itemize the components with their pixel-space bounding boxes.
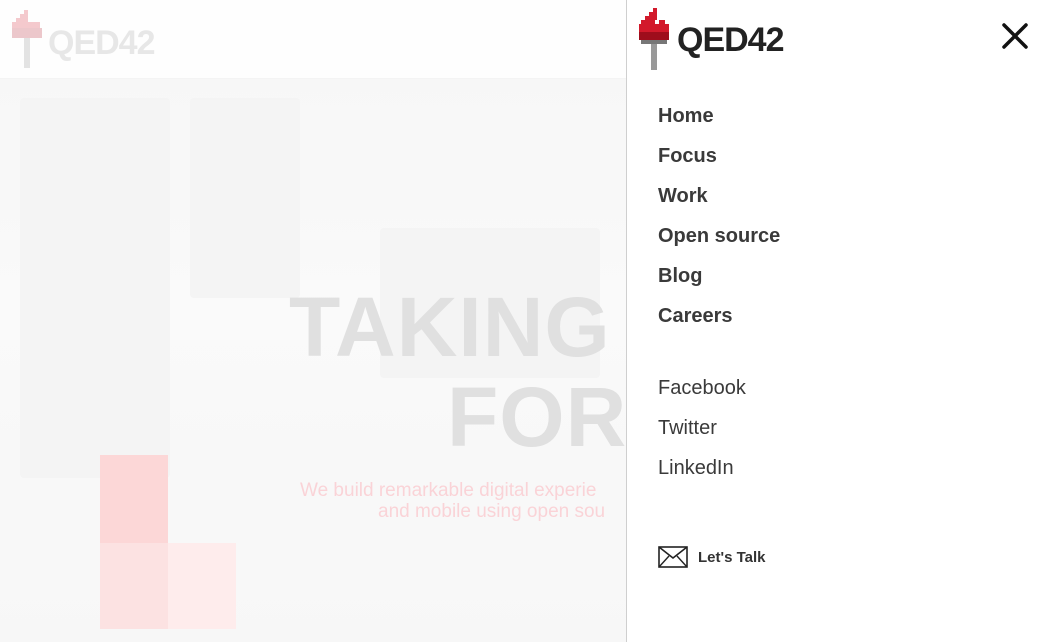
social-link-linkedin[interactable]: LinkedIn: [658, 452, 746, 492]
envelope-icon: [658, 546, 688, 568]
main-navigation: Home Focus Work Open source Blog Careers: [658, 100, 780, 340]
logo-torch-icon: [639, 8, 669, 70]
social-link-facebook[interactable]: Facebook: [658, 372, 746, 412]
nav-item-open-source[interactable]: Open source: [658, 220, 780, 260]
lets-talk-link[interactable]: Let's Talk: [658, 545, 765, 569]
menu-panel: QED42 Home Focus Work Open source Blog C…: [626, 0, 1050, 642]
nav-item-focus[interactable]: Focus: [658, 140, 780, 180]
lets-talk-label: Let's Talk: [698, 548, 766, 566]
nav-item-home[interactable]: Home: [658, 100, 780, 140]
nav-item-blog[interactable]: Blog: [658, 260, 780, 300]
menu-logo[interactable]: QED42: [637, 8, 807, 72]
close-button[interactable]: [997, 18, 1033, 54]
logo-wordmark: QED42: [677, 21, 784, 59]
nav-item-careers[interactable]: Careers: [658, 300, 780, 340]
nav-item-work[interactable]: Work: [658, 180, 780, 220]
social-link-twitter[interactable]: Twitter: [658, 412, 746, 452]
social-links: Facebook Twitter LinkedIn: [658, 372, 746, 492]
close-icon: [1002, 23, 1028, 49]
